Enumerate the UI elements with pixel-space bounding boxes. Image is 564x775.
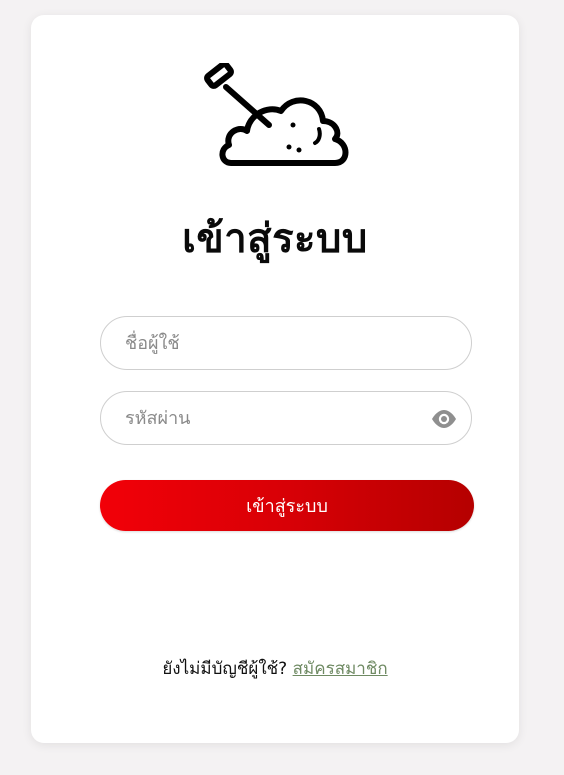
login-card: เข้าสู่ระบบ เข้าสู่ระบบ ยังไม่มีบัญชีผู้… [31, 15, 519, 743]
register-prompt: ยังไม่มีบัญชีผู้ใช้? สมัครสมาชิก [31, 655, 519, 682]
shovel-soil-icon [204, 63, 349, 166]
register-prompt-text: ยังไม่มีบัญชีผู้ใช้? [162, 659, 293, 679]
password-field-wrapper [100, 391, 472, 445]
register-link[interactable]: สมัครสมาชิก [293, 659, 388, 679]
username-input[interactable] [101, 317, 471, 369]
username-field-wrapper [100, 316, 472, 370]
page-title: เข้าสู่ระบบ [182, 216, 368, 262]
eye-icon[interactable] [431, 410, 457, 428]
password-input[interactable] [101, 392, 471, 444]
login-button[interactable]: เข้าสู่ระบบ [100, 480, 474, 531]
